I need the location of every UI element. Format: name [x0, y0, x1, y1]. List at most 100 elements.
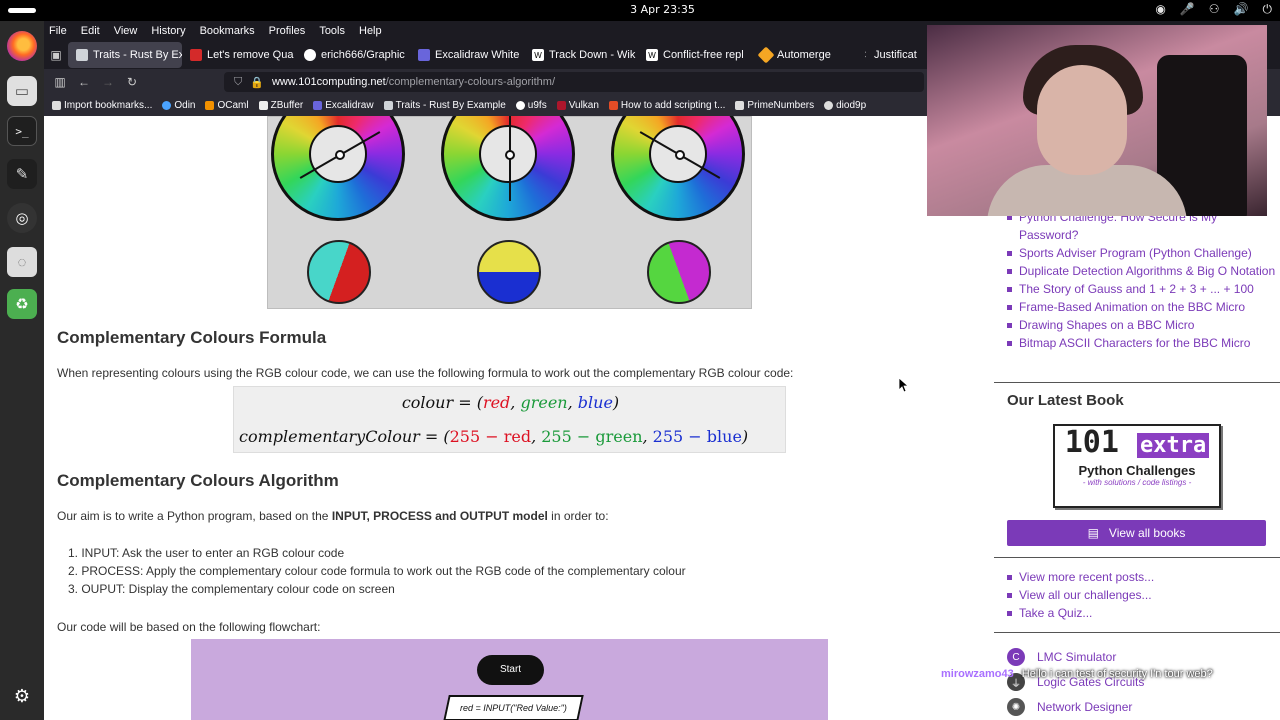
url-bar[interactable]: ⛉ 🔒 www.101computing.net/complementary-c…: [224, 72, 924, 92]
view-all-books-button[interactable]: ▤ View all books: [1007, 520, 1266, 546]
colour-wheel: [611, 116, 745, 221]
terminal-icon[interactable]: >_: [7, 116, 37, 146]
list-item: 3. OUPUT: Display the complementary colo…: [68, 582, 395, 596]
bookmark-odin[interactable]: Odin: [162, 100, 195, 111]
latest-book-heading: Our Latest Book: [1007, 392, 1124, 409]
obs-icon[interactable]: ◎: [7, 203, 37, 233]
trash-icon[interactable]: ♻: [7, 289, 37, 319]
url-host: www.101computing.net: [271, 76, 386, 88]
bookmark-excalidraw[interactable]: Excalidraw: [313, 100, 374, 111]
aim-paragraph: Our aim is to write a Python program, ba…: [57, 509, 609, 523]
formula-heading: Complementary Colours Formula: [57, 328, 327, 347]
formula-line-colour: colour = (red, green, blue): [401, 393, 620, 412]
recent-post-link[interactable]: Frame-Based Animation on the BBC Micro: [994, 298, 1279, 316]
menu-view[interactable]: View: [114, 25, 138, 37]
colour-pair-swatch: [477, 240, 541, 304]
bookmark-u9fs[interactable]: u9fs: [515, 100, 547, 111]
bookmark-import[interactable]: Import bookmarks...: [52, 100, 152, 111]
github-icon: [304, 49, 316, 61]
recent-post-link[interactable]: The Story of Gauss and 1 + 2 + 3 + ... +…: [994, 280, 1279, 298]
menu-tools[interactable]: Tools: [319, 25, 345, 37]
bookmark-primenumbers[interactable]: PrimeNumbers: [735, 100, 814, 111]
reload-icon[interactable]: ↻: [120, 75, 144, 89]
tab[interactable]: Excalidraw White✕: [410, 42, 524, 68]
view-recent-posts-link[interactable]: View more recent posts...: [994, 568, 1154, 586]
tab-label: Automerge: [777, 49, 831, 61]
favicon-icon: [190, 49, 202, 61]
bookmark-vulkan[interactable]: Vulkan: [556, 100, 599, 111]
disk-icon[interactable]: ◌: [7, 247, 37, 277]
tool-network-designer[interactable]: ✺ Network Designer: [1007, 698, 1132, 716]
chat-text: Hello i can test of security I'n tour we…: [1021, 668, 1213, 680]
forward-icon[interactable]: →: [96, 75, 120, 89]
favicon-icon: [76, 49, 88, 61]
menu-file[interactable]: File: [49, 25, 67, 37]
system-tray[interactable]: ◉ 🎤 ⚇ 🔊 ⏻: [1155, 2, 1272, 17]
back-icon[interactable]: ←: [72, 75, 96, 89]
recent-post-link[interactable]: Sports Adviser Program (Python Challenge…: [994, 244, 1279, 262]
recent-post-link[interactable]: Drawing Shapes on a BBC Micro: [994, 316, 1279, 334]
recent-post-link[interactable]: Bitmap ASCII Characters for the BBC Micr…: [994, 334, 1279, 352]
recent-post-link[interactable]: Duplicate Detection Algorithms & Big O N…: [994, 262, 1279, 280]
bookmark-label: Vulkan: [568, 100, 599, 111]
wikipedia-icon: W: [532, 49, 544, 61]
take-quiz-link[interactable]: Take a Quiz...: [994, 604, 1154, 622]
show-apps-icon[interactable]: ⚙: [7, 681, 37, 711]
menu-edit[interactable]: Edit: [81, 25, 100, 37]
menu-help[interactable]: Help: [359, 25, 382, 37]
flowchart-intro: Our code will be based on the following …: [57, 620, 321, 634]
webcam-overlay: [927, 25, 1267, 216]
tool-lmc-simulator[interactable]: C LMC Simulator: [1007, 648, 1116, 666]
text-editor-icon[interactable]: ✎: [7, 159, 37, 189]
tab-label: Conflict-free repl: [663, 49, 744, 61]
url-path: /complementary-colours-algorithm/: [385, 76, 556, 88]
bookmark-label: Import bookmarks...: [64, 100, 153, 111]
dock: ▭ >_ ✎ ◎ ◌ ♻ ⚙: [0, 21, 44, 720]
formula-intro: When representing colours using the RGB …: [57, 366, 794, 380]
list-item: 1. INPUT: Ask the user to enter an RGB c…: [68, 546, 345, 560]
tab[interactable]: Automerge✕: [752, 42, 866, 68]
firefox-icon[interactable]: [7, 31, 37, 61]
power-icon: ⏻: [1262, 2, 1273, 16]
bookmark-diod9p[interactable]: diod9p: [824, 100, 866, 111]
flowchart-input: red = INPUT("Red Value:"): [443, 695, 584, 720]
sidebar-divider: [994, 382, 1280, 383]
shield-icon[interactable]: ⛉: [234, 76, 242, 89]
bookmark-rust-traits[interactable]: Traits - Rust By Example: [383, 100, 506, 111]
mouse-cursor-icon: [899, 378, 909, 392]
tab-overview-icon[interactable]: ▣: [44, 48, 68, 62]
tab-label: Let's remove Qua: [207, 49, 294, 61]
automerge-icon: [757, 46, 775, 64]
tab-label: Track Down - Wik: [549, 49, 636, 61]
clock[interactable]: 3 Apr 23:35: [0, 3, 1280, 16]
tab[interactable]: WConflict-free repl✕: [638, 42, 752, 68]
bookmark-zbuffer[interactable]: ZBuffer: [258, 100, 303, 111]
globe-icon: [824, 101, 834, 110]
lock-icon[interactable]: 🔒: [250, 76, 264, 89]
tab-label: erich666/Graphic: [321, 49, 405, 61]
tab[interactable]: erich666/Graphic✕: [296, 42, 410, 68]
stream-chat-message: mirowzamo43 Hello i can test of security…: [941, 668, 1213, 680]
algorithm-steps: 1. INPUT: Ask the user to enter an RGB c…: [68, 546, 686, 600]
menu-profiles[interactable]: Profiles: [269, 25, 306, 37]
menu-history[interactable]: History: [151, 25, 185, 37]
formula-box: colour = (red, green, blue) complementar…: [233, 386, 786, 453]
menu-bookmarks[interactable]: Bookmarks: [200, 25, 255, 37]
flowchart-figure: Start red = INPUT("Red Value:"): [191, 639, 828, 720]
network-icon: ✺: [1007, 698, 1025, 716]
book-cover-image[interactable]: 101 extra Python Challenges - with solut…: [1053, 424, 1221, 508]
volume-icon: 🔊: [1233, 2, 1249, 16]
vulkan-icon: [556, 101, 566, 110]
files-icon[interactable]: ▭: [7, 76, 37, 106]
view-challenges-link[interactable]: View all our challenges...: [994, 586, 1154, 604]
bookmark-label: Excalidraw: [325, 100, 374, 111]
odin-icon: [162, 101, 172, 110]
bookmark-scripting[interactable]: How to add scripting t...: [608, 100, 725, 111]
tab[interactable]: Let's remove Qua✕: [182, 42, 296, 68]
tab-label: Justificat: [874, 49, 917, 61]
tab[interactable]: Justificat: [866, 42, 926, 68]
tab[interactable]: WTrack Down - Wik✕: [524, 42, 638, 68]
sidebar-toggle-icon[interactable]: ▥: [48, 75, 72, 89]
tab[interactable]: Traits - Rust By Ex✕: [68, 42, 182, 68]
bookmark-ocaml[interactable]: OCaml: [205, 100, 249, 111]
